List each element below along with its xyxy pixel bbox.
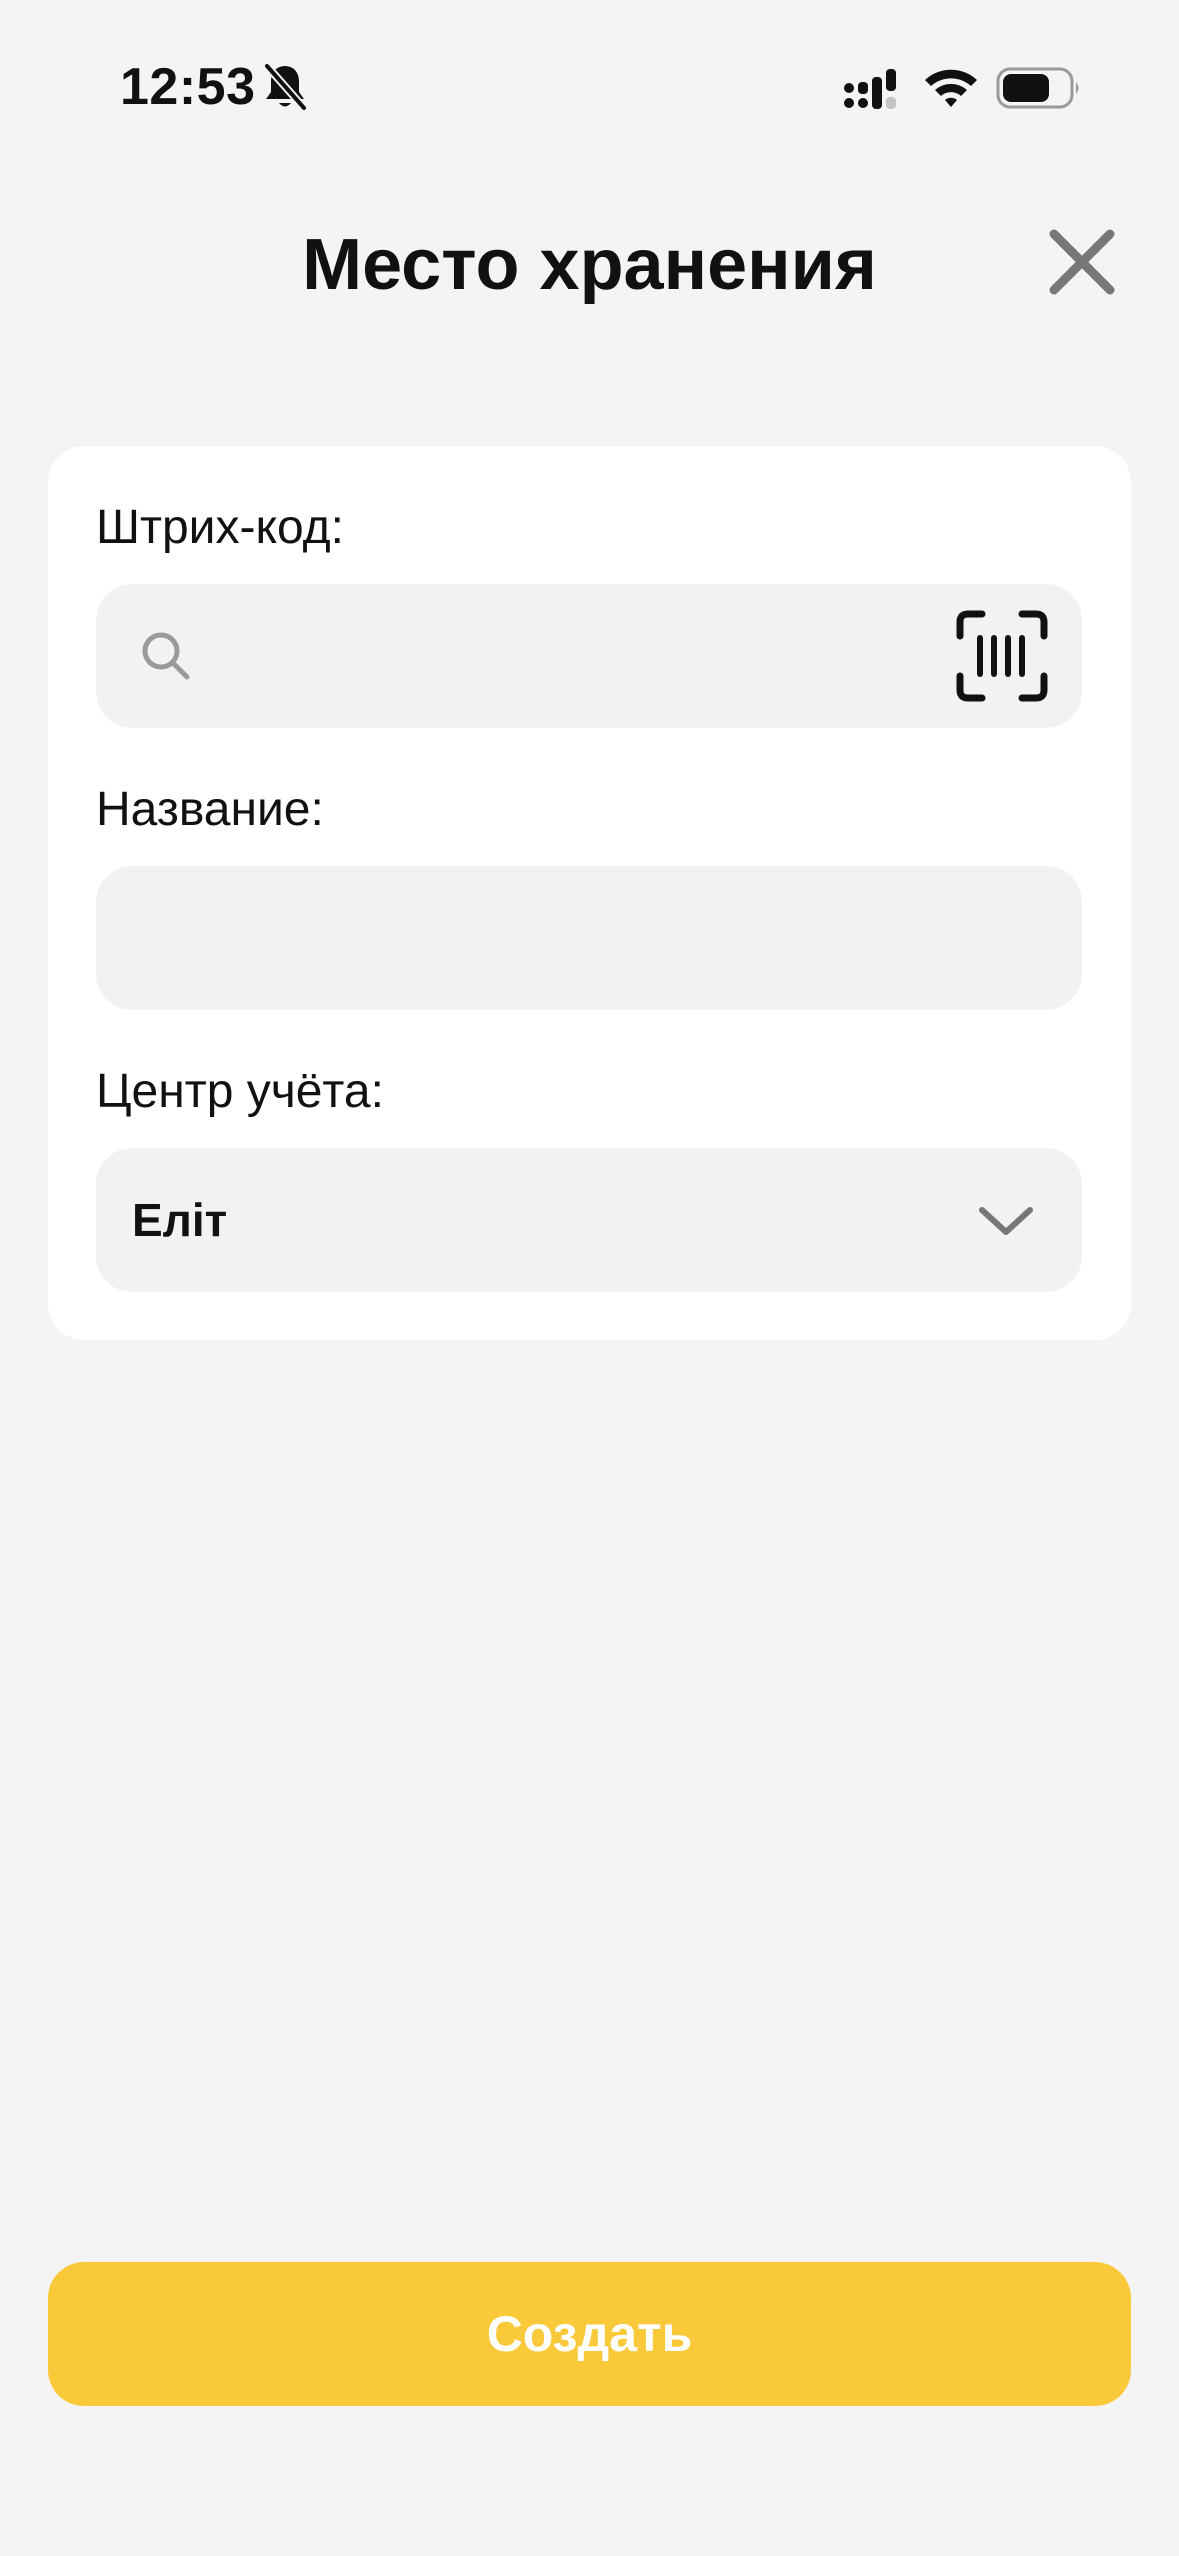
- name-label: Название:: [96, 783, 324, 836]
- status-time: 12:53: [120, 58, 256, 116]
- cellular-signal-icon: [844, 69, 896, 109]
- bell-slash-icon: [263, 62, 308, 112]
- page-title: Место хранения: [302, 225, 877, 305]
- create-button[interactable]: Создать: [48, 2262, 1131, 2406]
- accounting-center-label: Центр учёта:: [96, 1065, 384, 1118]
- search-icon: [142, 632, 190, 680]
- battery-icon: [996, 67, 1079, 109]
- name-field[interactable]: [96, 866, 1082, 1010]
- chevron-down-icon: [979, 1207, 1033, 1235]
- status-bar: 12:53: [0, 0, 1179, 150]
- barcode-input[interactable]: [216, 584, 946, 728]
- barcode-field[interactable]: [96, 584, 1082, 728]
- name-input[interactable]: [134, 866, 1044, 1010]
- barcode-scan-icon: [956, 610, 1048, 702]
- barcode-label: Штрих-код:: [96, 501, 344, 554]
- accounting-center-selected-value: Еліт: [132, 1194, 228, 1246]
- wifi-icon: [925, 69, 977, 107]
- accounting-center-select[interactable]: Еліт: [96, 1148, 1082, 1292]
- barcode-scan-button[interactable]: [954, 608, 1050, 704]
- close-button[interactable]: [1042, 222, 1122, 302]
- close-icon: [1049, 229, 1115, 295]
- storage-form-card: Штрих-код: Название: Центр учёта: Еліт: [48, 446, 1131, 1340]
